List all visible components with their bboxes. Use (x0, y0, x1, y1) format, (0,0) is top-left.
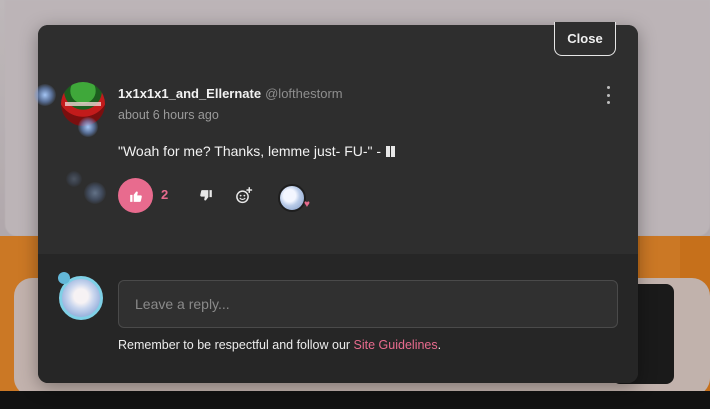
comment-body: "Woah for me? Thanks, lemme just- FU-" - (118, 143, 395, 159)
guidelines-text: Remember to be respectful and follow our (118, 338, 354, 352)
thumbs-up-icon (129, 190, 142, 202)
thumbs-down-icon (200, 190, 212, 201)
comment-modal: Close 1x1x1x1_and_Ellernate @lofthestorm … (34, 22, 638, 383)
heart-icon: ♥ (304, 199, 310, 210)
avatar-sparkle (66, 171, 82, 187)
comment-author[interactable]: 1x1x1x1_and_Ellernate @lofthestorm (118, 86, 343, 101)
avatar-sparkle (84, 182, 106, 204)
comment-text: "Woah for me? Thanks, lemme just- FU-" - (118, 143, 382, 159)
dislike-button[interactable] (197, 187, 215, 205)
add-reaction-icon (236, 187, 253, 204)
reaction-user-avatar[interactable] (278, 184, 306, 212)
add-reaction-button[interactable] (234, 186, 254, 206)
avatar-badge (58, 272, 70, 284)
reply-input[interactable] (118, 280, 618, 328)
comment-section (38, 25, 638, 254)
emoji-glyph (385, 146, 390, 157)
author-username[interactable]: 1x1x1x1_and_Ellernate (118, 86, 261, 101)
site-guidelines-link[interactable]: Site Guidelines (354, 338, 438, 352)
like-button[interactable] (118, 178, 153, 213)
close-button[interactable]: Close (554, 22, 616, 56)
avatar-sparkle (34, 84, 56, 106)
kebab-menu-icon (606, 86, 610, 89)
like-count: 2 (161, 187, 169, 202)
avatar-sparkle (78, 117, 98, 137)
kebab-dot (606, 101, 610, 104)
kebab-dot (606, 93, 610, 97)
emoji-glyph (390, 146, 395, 157)
author-handle[interactable]: @lofthestorm (265, 86, 343, 101)
more-options-button[interactable] (601, 86, 615, 104)
avatar-detail (65, 102, 101, 106)
comment-timestamp: about 6 hours ago (118, 108, 219, 122)
guidelines-period: . (437, 338, 442, 352)
guidelines-notice: Remember to be respectful and follow our… (118, 338, 441, 352)
